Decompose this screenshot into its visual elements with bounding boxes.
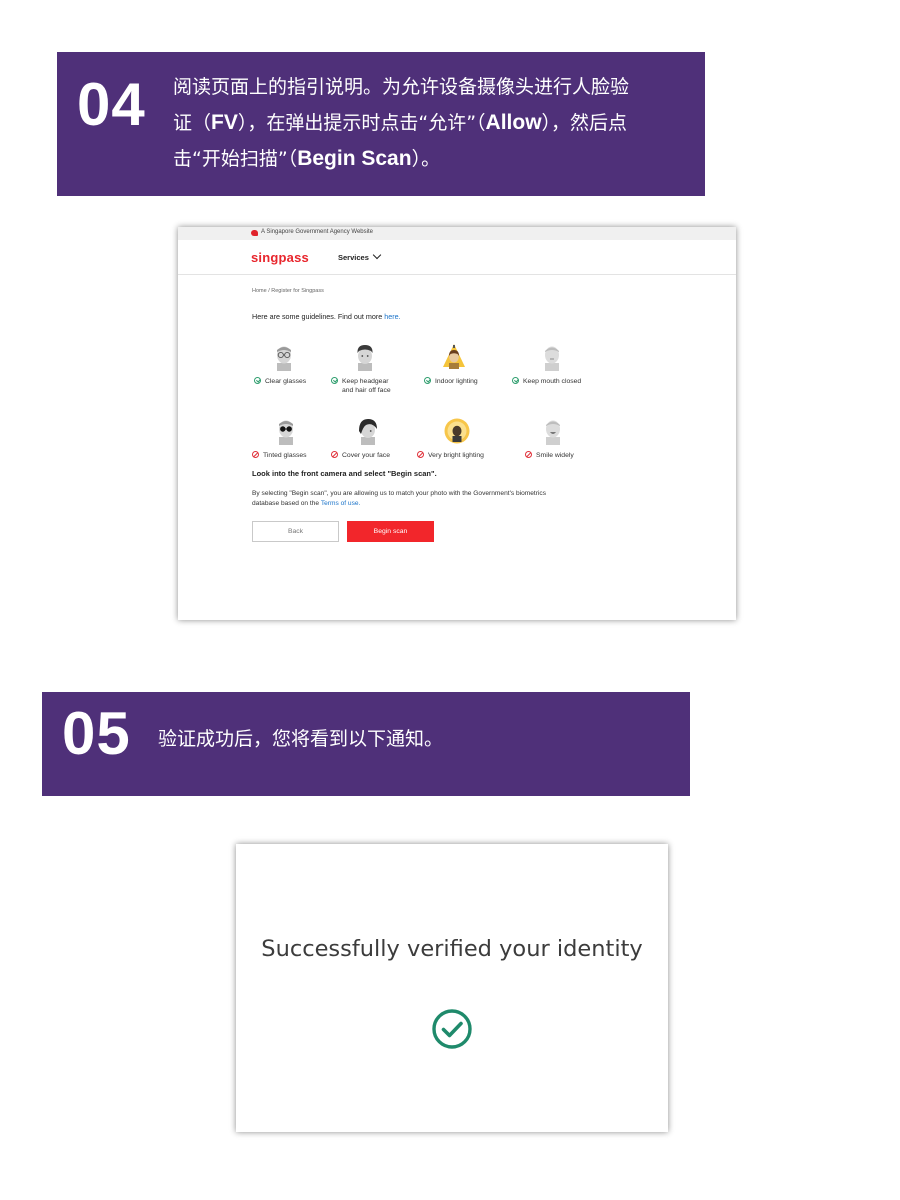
services-menu[interactable]: Services (338, 250, 382, 262)
guidelines-intro: Here are some guidelines. Find out more … (252, 312, 401, 321)
face-clear-glasses-icon (271, 343, 297, 371)
singpass-logo[interactable]: singpass (251, 250, 309, 265)
breadcrumb[interactable]: Home / Register for Singpass (252, 288, 324, 294)
gov-notice-bar: A Singapore Government Agency Website (178, 227, 736, 240)
face-mouth-closed-icon (539, 343, 565, 371)
prohibited-icon (252, 451, 259, 458)
step-4-instructions: 阅读页面上的指引说明。为允许设备摄像头进行人脸验 证（FV），在弹出提示时点击“… (173, 76, 630, 170)
terms-of-use-link[interactable]: Terms of use. (321, 500, 361, 507)
begin-scan-button[interactable]: Begin scan (347, 521, 434, 542)
face-bright-light-icon (444, 417, 470, 445)
find-out-more-link[interactable]: here. (384, 312, 400, 321)
step-number: 04 (77, 71, 146, 138)
check-icon (512, 377, 519, 384)
top-nav: singpass Services (178, 240, 736, 275)
step-5-banner: 05 验证成功后，您将看到以下通知。 (42, 692, 690, 796)
prohibited-icon (417, 451, 424, 458)
guidelines-screenshot: A Singapore Government Agency Website si… (178, 227, 736, 620)
check-icon (424, 377, 431, 384)
step-5-instructions: 验证成功后，您将看到以下通知。 (158, 728, 444, 750)
step-4-banner: 04 阅读页面上的指引说明。为允许设备摄像头进行人脸验 证（FV），在弹出提示时… (57, 52, 705, 196)
face-indoor-lighting-icon (441, 343, 467, 371)
camera-instruction: Look into the front camera and select "B… (252, 469, 437, 478)
lion-head-icon (251, 230, 258, 236)
back-button[interactable]: Back (252, 521, 339, 542)
check-icon (254, 377, 261, 384)
step-number: 05 (62, 700, 131, 767)
success-message: Successfully verified your identity (261, 936, 643, 962)
success-screenshot: Successfully verified your identity (236, 844, 668, 1132)
face-covered-icon (355, 417, 381, 445)
chevron-down-icon (372, 250, 382, 260)
check-circle-icon (432, 1009, 472, 1049)
face-smile-icon (540, 417, 566, 445)
face-no-headgear-icon (352, 343, 378, 371)
consent-text: By selecting "Begin scan", you are allow… (252, 490, 547, 507)
prohibited-icon (331, 451, 338, 458)
face-tinted-glasses-icon (273, 417, 299, 445)
check-icon (331, 377, 338, 384)
prohibited-icon (525, 451, 532, 458)
